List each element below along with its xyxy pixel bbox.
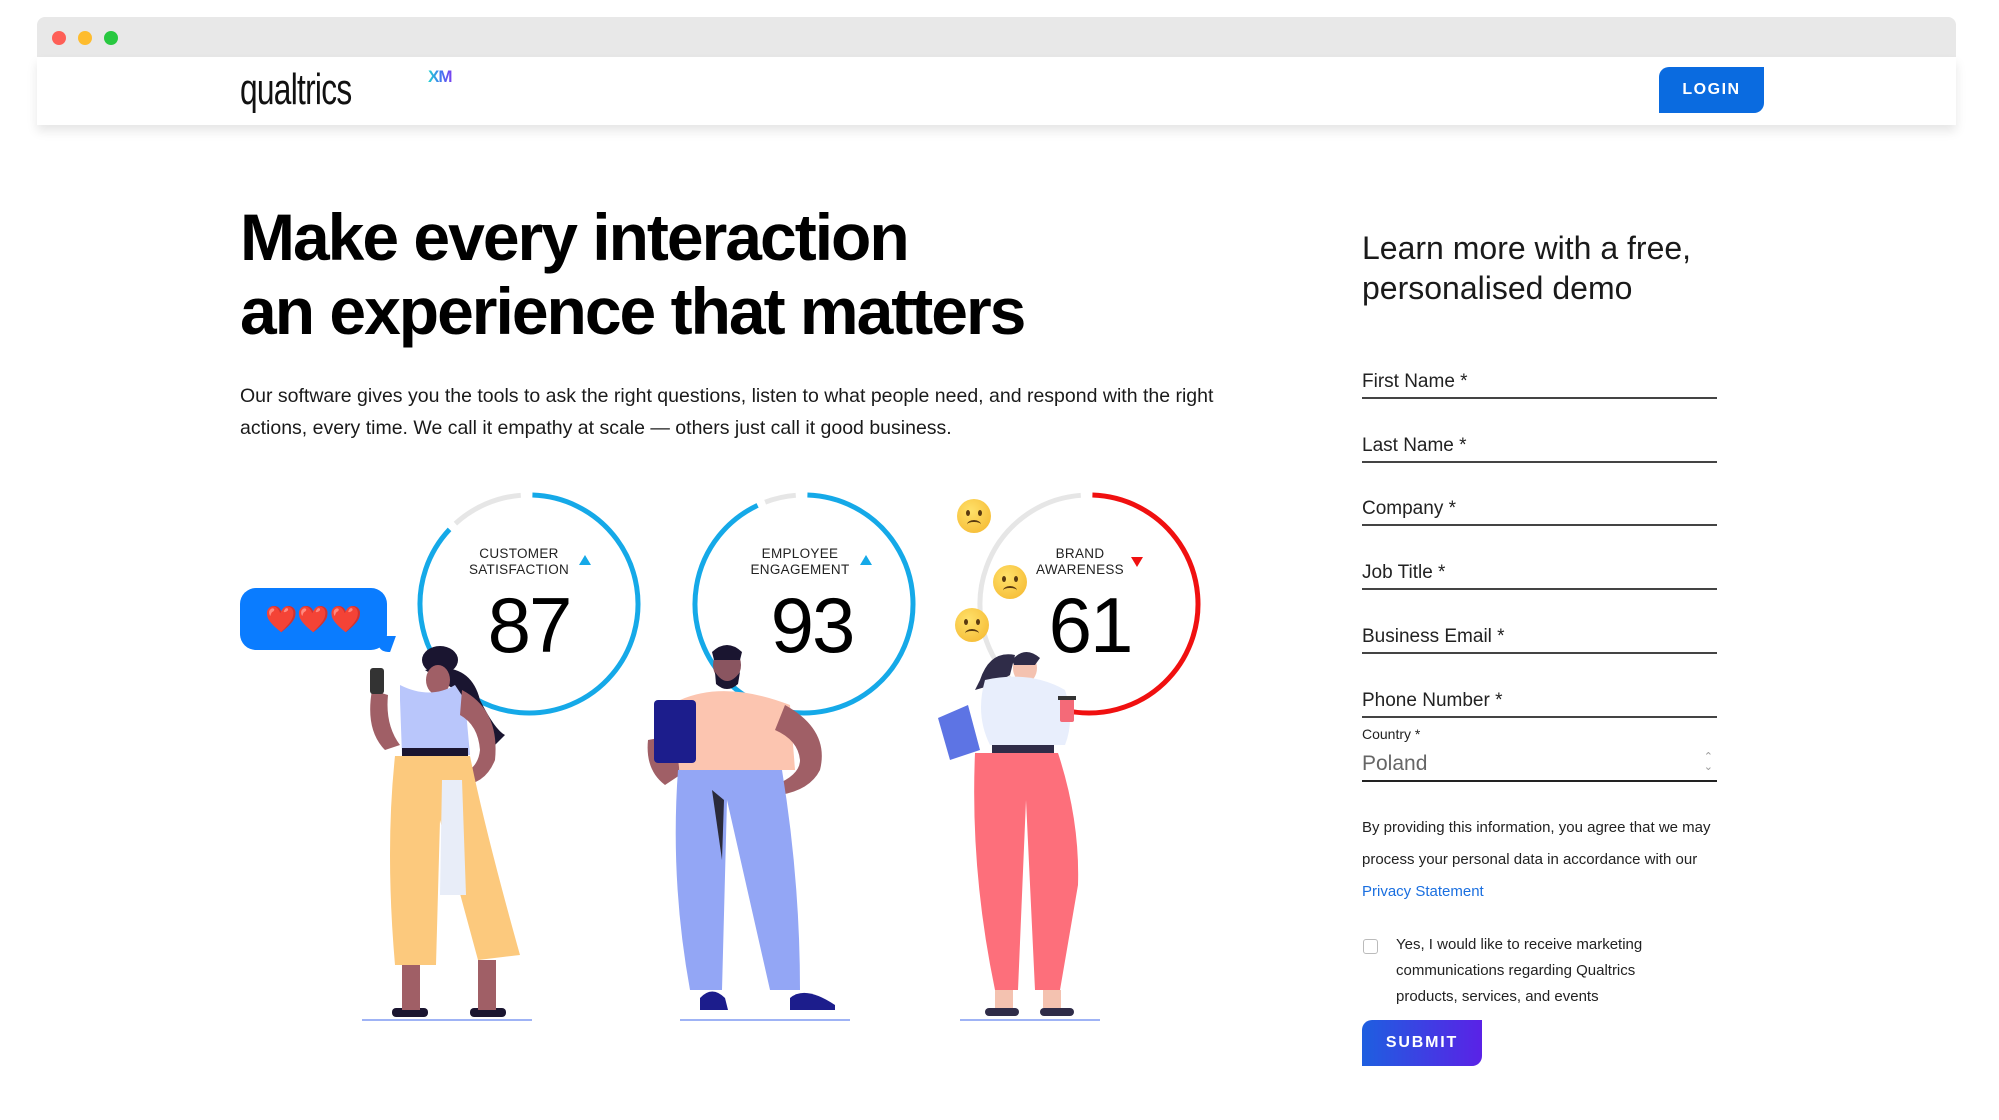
gauge-label-line: AWARENESS [1036,562,1124,577]
job-title-input[interactable] [1362,558,1717,588]
hearts-message-bubble: ❤️❤️❤️ [240,588,387,650]
privacy-statement-link[interactable]: Privacy Statement [1362,883,1484,900]
gauge-employee-engagement-value: 93 [770,581,856,669]
company-field [1362,494,1717,526]
marketing-opt-in-checkbox[interactable] [1363,939,1378,954]
trend-up-icon [860,555,872,565]
gauge-brand-awareness-label: BRAND AWARENESS [1020,546,1140,578]
phone-number-field [1362,686,1717,718]
select-chevrons-icon: ⌃ ⌄ [1703,751,1713,773]
gauge-label-line: BRAND [1055,546,1105,561]
submit-button[interactable]: SUBMIT [1362,1020,1482,1066]
marketing-opt-in-label[interactable]: Yes, I would like to receive marketing c… [1396,932,1696,1010]
gauge-label-line: ENGAGEMENT [750,562,850,577]
privacy-consent-text: By providing this information, you agree… [1362,812,1732,908]
browser-titlebar [37,17,1956,57]
hero-title-line-2: an experience that matters [240,274,1026,348]
country-selected-value: Poland [1362,752,1428,775]
business-email-input[interactable] [1362,622,1717,652]
first-name-field [1362,367,1717,399]
gauge-label-line: CUSTOMER [479,546,559,561]
minimize-window-button[interactable] [78,31,92,45]
login-button[interactable]: LOGIN [1659,67,1764,113]
consent-text: By providing this information, you agree… [1362,819,1711,868]
site-header: qualtrics XM LOGIN [37,57,1956,125]
qualtrics-logo[interactable]: qualtrics XM [240,65,452,125]
demo-form-title: Learn more with a free, personalised dem… [1362,230,1692,306]
gauge-label-line: SATISFACTION [468,562,570,577]
country-select[interactable]: Poland ⌃ ⌄ [1362,748,1717,782]
logo-wordmark: qualtrics [240,65,352,114]
trend-up-icon [579,555,591,565]
last-name-field [1362,431,1717,463]
gauge-customer-satisfaction-value: 87 [487,581,573,669]
hero-description: Our software gives you the tools to ask … [240,385,1214,439]
gauge-employee-engagement-label: EMPLOYEE ENGAGEMENT [740,546,860,578]
country-label: Country * [1362,726,1421,742]
hearts-emoji-text: ❤️❤️❤️ [264,603,363,634]
first-name-input[interactable] [1362,367,1717,397]
job-title-field [1362,558,1717,590]
gauge-brand-awareness-value: 61 [1048,581,1134,669]
gauge-customer-satisfaction-label: CUSTOMER SATISFACTION [459,546,579,578]
trend-down-icon [1131,557,1143,567]
business-email-field [1362,622,1717,654]
logo-xm-superscript: XM [428,67,452,86]
frowning-face-icon [957,499,991,533]
hero-title-line-1: Make every interaction [240,200,910,274]
close-window-button[interactable] [52,31,66,45]
maximize-window-button[interactable] [104,31,118,45]
company-input[interactable] [1362,494,1717,524]
last-name-input[interactable] [1362,431,1717,461]
frowning-face-icon [955,608,989,642]
phone-number-input[interactable] [1362,686,1717,716]
gauge-label-line: EMPLOYEE [761,546,839,561]
hero-title: Make every interaction an experience tha… [240,200,1240,348]
